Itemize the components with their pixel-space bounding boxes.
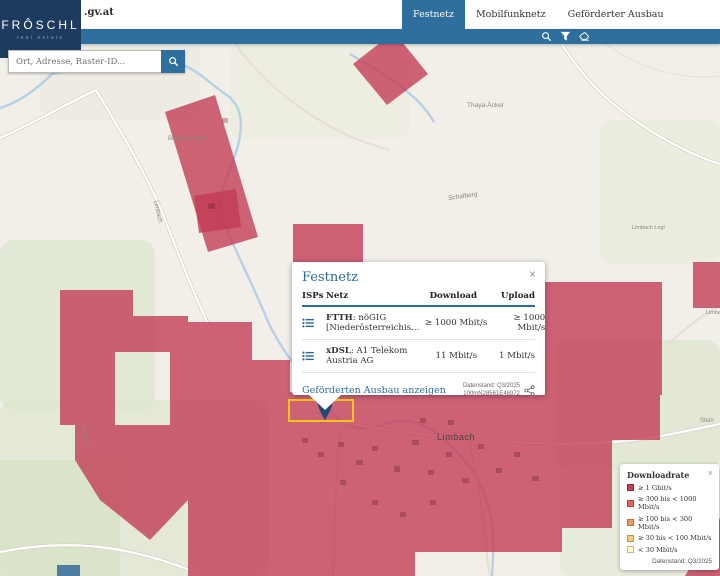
- map-label-stein: Stein: [700, 418, 714, 424]
- legend-item: ≥ 100 bis < 300 Mbit/s: [627, 515, 712, 531]
- map-label-limbach-street-right: Limbach: [706, 310, 720, 316]
- col-netz: Netz: [326, 291, 409, 301]
- nav-tabs: Festnetz Mobilfunknetz Geförderter Ausba…: [402, 0, 675, 29]
- toolbar: [0, 29, 720, 44]
- isp-netz-cell: xDSL: A1 Telekom Austria AG: [326, 346, 409, 366]
- legend-swatch: [627, 484, 634, 491]
- map-label-limbach-town: Limbach: [437, 432, 475, 442]
- domain-text: .gv.at: [84, 7, 114, 18]
- tab-gefoerderter-ausbau[interactable]: Geförderter Ausbau: [557, 0, 675, 29]
- search-input[interactable]: [8, 50, 161, 73]
- map-label-field-top-left: Brabenpassten: [168, 136, 208, 142]
- share-icon[interactable]: [524, 385, 535, 396]
- isp-row-xdsl: xDSL: A1 Telekom Austria AG 11 Mbit/s 1 …: [302, 340, 535, 373]
- legend-item: ≥ 1 Gbit/s: [627, 484, 712, 492]
- legend-swatch: [627, 500, 634, 507]
- isp-download-cell: ≥ 1000 Mbit/s: [419, 318, 487, 328]
- legend-item-label: ≥ 100 bis < 300 Mbit/s: [638, 515, 712, 531]
- isp-list-icon[interactable]: [302, 351, 315, 361]
- legend-item-label: ≥ 30 bis < 100 Mbit/s: [638, 534, 712, 542]
- isp-upload-cell: 1 Mbit/s: [477, 351, 535, 361]
- isp-table: ISPs Netz Download Upload FTTH: nöGIG [N…: [302, 291, 535, 373]
- search-icon[interactable]: [541, 31, 552, 42]
- search-button[interactable]: [161, 50, 185, 73]
- logo-title: FRÔSCHL: [1, 18, 79, 32]
- header: .gv.at Festnetz Mobilfunknetz Geförderte…: [0, 0, 720, 44]
- tab-festnetz[interactable]: Festnetz: [402, 0, 465, 29]
- legend-item: < 30 Mbit/s: [627, 546, 712, 554]
- legend-data-status: Datenstand: Q3/2025: [627, 558, 712, 565]
- logo-subtitle: real estate: [17, 35, 65, 41]
- legend-item-label: < 30 Mbit/s: [638, 546, 677, 554]
- legend-item-label: ≥ 300 bis < 1000 Mbit/s: [638, 495, 712, 511]
- close-icon[interactable]: ×: [708, 468, 713, 478]
- close-icon[interactable]: ×: [529, 268, 536, 280]
- popup-title: Festnetz: [302, 270, 535, 285]
- isp-upload-cell: ≥ 1000 Mbit/s: [487, 313, 545, 333]
- data-status: Datenstand: Q3/2025 100mN28561E46972: [463, 382, 520, 398]
- eraser-icon[interactable]: [579, 31, 590, 42]
- isp-netz-cell: FTTH: nöGIG [Niederösterreichis...: [326, 313, 419, 333]
- download-rate-legend: Downloadrate × ≥ 1 Gbit/s ≥ 300 bis < 10…: [620, 464, 719, 570]
- legend-item-label: ≥ 1 Gbit/s: [638, 484, 672, 492]
- legend-item: ≥ 300 bis < 1000 Mbit/s: [627, 495, 712, 511]
- isp-download-cell: 11 Mbit/s: [409, 351, 477, 361]
- legend-item: ≥ 30 bis < 100 Mbit/s: [627, 534, 712, 542]
- legend-swatch: [627, 535, 634, 542]
- popup-tail: [308, 394, 342, 410]
- col-download: Download: [409, 291, 477, 301]
- breitbandatlas-app: Brabenpassten Thaya-Äcker Schafberg Limb…: [0, 0, 720, 576]
- col-isps: ISPs: [302, 291, 326, 301]
- festnetz-popup: Festnetz × ISPs Netz Download Upload FTT…: [292, 262, 545, 395]
- tab-mobilfunknetz[interactable]: Mobilfunknetz: [465, 0, 557, 29]
- legend-swatch: [627, 546, 634, 553]
- filter-icon[interactable]: [560, 31, 571, 42]
- search-box: [8, 50, 185, 73]
- search-button-icon: [168, 56, 179, 67]
- isp-row-ftth: FTTH: nöGIG [Niederösterreichis... ≥ 100…: [302, 307, 535, 340]
- popup-meta: Datenstand: Q3/2025 100mN28561E46972: [463, 382, 535, 398]
- col-upload: Upload: [477, 291, 535, 301]
- isp-list-icon[interactable]: [302, 318, 315, 328]
- map-label-thaya-aecker: Thaya-Äcker: [467, 102, 504, 109]
- map-label-limbach-lngl: Limbach Lngl: [632, 225, 665, 231]
- legend-title: Downloadrate: [627, 470, 712, 480]
- isp-table-header: ISPs Netz Download Upload: [302, 291, 535, 307]
- legend-swatch: [627, 519, 634, 526]
